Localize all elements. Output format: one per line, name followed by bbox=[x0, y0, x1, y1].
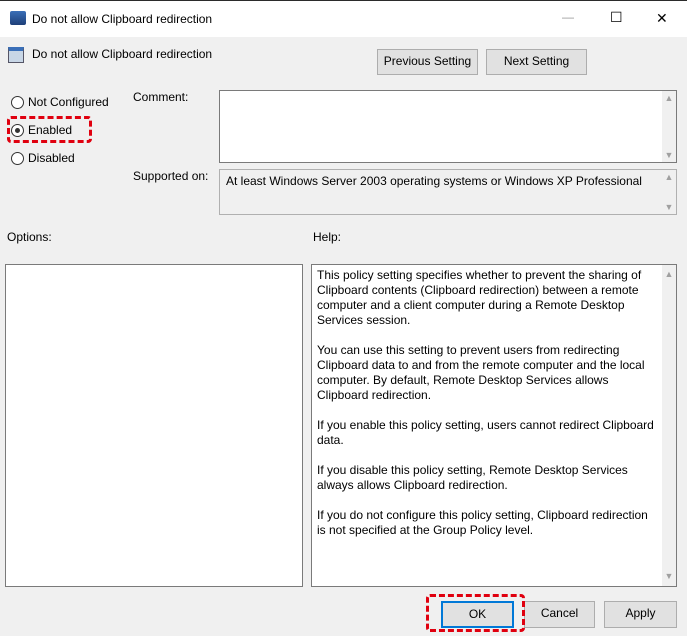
apply-button[interactable]: Apply bbox=[604, 601, 677, 628]
highlight-ok bbox=[426, 594, 525, 632]
help-paragraph: This policy setting specifies whether to… bbox=[317, 268, 642, 327]
radio-label: Not Configured bbox=[28, 95, 109, 109]
supported-value: At least Windows Server 2003 operating s… bbox=[226, 174, 642, 188]
options-panel bbox=[5, 264, 303, 587]
scrollbar[interactable]: ▲ ▼ bbox=[662, 170, 676, 214]
help-paragraph: If you enable this policy setting, users… bbox=[317, 418, 654, 447]
options-label: Options: bbox=[7, 230, 52, 244]
help-paragraph: You can use this setting to prevent user… bbox=[317, 343, 645, 402]
help-paragraph: If you disable this policy setting, Remo… bbox=[317, 463, 628, 492]
cancel-button[interactable]: Cancel bbox=[524, 601, 595, 628]
radio-disabled[interactable]: Disabled bbox=[11, 151, 75, 165]
radio-not-configured[interactable]: Not Configured bbox=[11, 95, 109, 109]
help-panel: This policy setting specifies whether to… bbox=[311, 264, 677, 587]
policy-name: Do not allow Clipboard redirection bbox=[32, 47, 213, 61]
next-setting-button[interactable]: Next Setting bbox=[486, 49, 587, 75]
title-bar: Do not allow Clipboard redirection — ☐ ✕ bbox=[0, 0, 687, 37]
comment-label: Comment: bbox=[133, 90, 189, 104]
supported-label: Supported on: bbox=[133, 169, 209, 183]
supported-on-field: At least Windows Server 2003 operating s… bbox=[219, 169, 677, 215]
close-button[interactable]: ✕ bbox=[656, 10, 668, 27]
help-paragraph: If you do not configure this policy sett… bbox=[317, 508, 648, 537]
comment-input[interactable]: ▲ ▼ bbox=[219, 90, 677, 163]
maximize-button[interactable]: ☐ bbox=[610, 9, 623, 26]
radio-circle[interactable] bbox=[11, 95, 24, 109]
radio-label: Disabled bbox=[28, 151, 75, 165]
previous-setting-button[interactable]: Previous Setting bbox=[377, 49, 478, 75]
policy-icon bbox=[8, 47, 24, 63]
scrollbar[interactable]: ▲ ▼ bbox=[662, 91, 676, 162]
help-label: Help: bbox=[313, 230, 342, 244]
highlight-enabled bbox=[7, 116, 92, 143]
radio-circle[interactable] bbox=[11, 151, 24, 165]
scrollbar[interactable]: ▲ ▼ bbox=[662, 265, 676, 586]
window-title: Do not allow Clipboard redirection bbox=[32, 12, 213, 26]
minimize-button[interactable]: — bbox=[562, 10, 574, 24]
app-icon bbox=[10, 11, 26, 25]
